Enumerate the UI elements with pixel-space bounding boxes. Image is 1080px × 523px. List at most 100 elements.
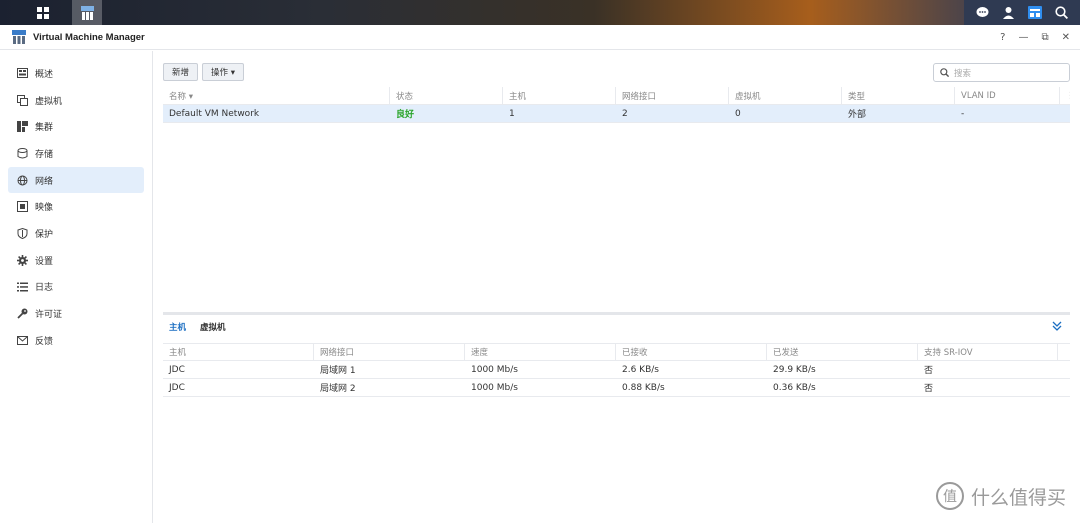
log-icon — [17, 281, 28, 292]
sidebar-item-vm[interactable]: 虚拟机 — [8, 87, 144, 114]
sidebar-item-settings[interactable]: 设置 — [8, 247, 144, 274]
sidebar-item-label: 设置 — [35, 256, 54, 267]
column-header[interactable]: 支持 SR-IOV — [918, 344, 1058, 360]
table-row[interactable]: JDC 局域网 2 1000 Mb/s 0.88 KB/s 0.36 KB/s … — [163, 379, 1070, 397]
cell-sent: 0.36 KB/s — [773, 382, 816, 393]
window-title: Virtual Machine Manager — [33, 31, 145, 43]
restore-button[interactable]: ⧉ — [1041, 32, 1048, 43]
chat-icon[interactable] — [976, 6, 989, 19]
sidebar-item-image[interactable]: 映像 — [8, 193, 144, 220]
taskbar-vmm-button[interactable] — [72, 0, 102, 25]
mail-icon — [17, 335, 28, 346]
watermark: 值 什么值得买 — [935, 481, 1066, 511]
sidebar-item-label: 映像 — [35, 203, 54, 214]
panel-divider[interactable] — [163, 312, 1070, 315]
watermark-badge: 值 — [943, 489, 957, 505]
sidebar-item-storage[interactable]: 存储 — [8, 140, 144, 167]
sidebar-item-cluster[interactable]: 集群 — [8, 113, 144, 140]
sidebar-item-overview[interactable]: 概述 — [8, 60, 144, 87]
column-header[interactable]: 主机 — [163, 344, 314, 360]
column-header[interactable]: 类型 — [842, 87, 955, 104]
shield-icon — [17, 227, 28, 239]
key-icon — [17, 308, 28, 319]
cell-interfaces: 2 — [622, 108, 628, 119]
cell-hosts: 1 — [509, 108, 515, 119]
close-button[interactable]: ✕ — [1062, 32, 1070, 43]
window-controls: ? — ⧉ ✕ — [1000, 25, 1070, 50]
grid-icon — [37, 6, 49, 19]
sidebar-item-label: 虚拟机 — [35, 96, 63, 107]
minimize-button[interactable]: — — [1018, 32, 1028, 43]
column-header[interactable]: 虚拟机 — [729, 87, 842, 104]
vmm-app-icon — [80, 5, 94, 20]
sidebar-item-label: 许可证 — [35, 310, 63, 321]
column-menu-icon[interactable]: ⋮ — [1060, 87, 1070, 104]
column-header[interactable]: 网络接口 — [314, 344, 465, 360]
cell-received: 0.88 KB/s — [622, 382, 665, 393]
column-header[interactable]: 网络接口 — [616, 87, 729, 104]
cell-sent: 29.9 KB/s — [773, 364, 816, 375]
cell-name: Default VM Network — [169, 108, 260, 119]
add-button[interactable]: 新增 — [163, 63, 199, 81]
storage-icon — [17, 147, 28, 159]
help-button[interactable]: ? — [1000, 32, 1005, 43]
column-header[interactable]: VLAN ID — [955, 87, 1060, 104]
cell-speed: 1000 Mb/s — [471, 364, 518, 375]
cell-speed: 1000 Mb/s — [471, 382, 518, 393]
vmm-app-icon — [12, 30, 26, 44]
table-row[interactable]: JDC 局域网 1 1000 Mb/s 2.6 KB/s 29.9 KB/s 否 — [163, 361, 1070, 379]
taskbar-tray — [964, 0, 1080, 25]
search-placeholder: 搜索 — [954, 68, 972, 79]
tab-hosts[interactable]: 主机 — [169, 321, 186, 333]
column-header[interactable]: 已接收 — [616, 344, 767, 360]
host-table: 主机 网络接口 速度 已接收 已发送 支持 SR-IOV JDC 局域网 1 1… — [163, 343, 1070, 397]
sidebar-item-license[interactable]: 许可证 — [8, 300, 144, 327]
tab-vms[interactable]: 虚拟机 — [200, 321, 226, 333]
sidebar: 概述 虚拟机 集群 存储 网络 映像 保护 设置 日志 许可证 反馈 — [0, 51, 153, 523]
table-row[interactable]: Default VM Network 良好 1 2 0 外部 - — [163, 105, 1070, 123]
image-icon — [17, 201, 28, 213]
window-titlebar: Virtual Machine Manager ? — ⧉ ✕ — [0, 25, 1080, 50]
sidebar-item-label: 集群 — [35, 123, 54, 134]
cell-host: JDC — [169, 382, 185, 393]
collapse-icon[interactable] — [1052, 321, 1062, 331]
sidebar-item-label: 日志 — [35, 283, 54, 294]
cell-status: 良好 — [396, 110, 415, 120]
cell-sriov: 否 — [924, 366, 934, 376]
table-header: 名称 ▾ 状态 主机 网络接口 虚拟机 类型 VLAN ID ⋮ — [163, 87, 1070, 105]
detail-tabs: 主机 虚拟机 — [163, 317, 1070, 337]
vm-icon — [17, 94, 28, 106]
column-header[interactable]: 名称 ▾ — [163, 87, 390, 104]
search-icon[interactable] — [1055, 6, 1068, 19]
sidebar-item-label: 概述 — [35, 69, 54, 80]
sidebar-item-network[interactable]: 网络 — [8, 166, 144, 194]
main-panel: 新增 操作 ▾ 搜索 名称 ▾ 状态 主机 网络接口 虚拟机 类型 VLAN I… — [154, 51, 1080, 523]
cell-interface: 局域网 1 — [320, 366, 356, 376]
cell-received: 2.6 KB/s — [622, 364, 659, 375]
gear-icon — [17, 254, 28, 266]
sidebar-item-label: 保护 — [35, 229, 54, 240]
column-header[interactable]: 已发送 — [767, 344, 918, 360]
network-table: 名称 ▾ 状态 主机 网络接口 虚拟机 类型 VLAN ID ⋮ Default… — [163, 87, 1070, 123]
cluster-icon — [17, 121, 28, 133]
search-input[interactable]: 搜索 — [933, 63, 1070, 82]
user-icon[interactable] — [1002, 6, 1015, 19]
taskbar — [0, 0, 1080, 25]
watermark-text: 什么值得买 — [970, 486, 1066, 509]
sidebar-item-feedback[interactable]: 反馈 — [8, 327, 144, 354]
sidebar-item-log[interactable]: 日志 — [8, 274, 144, 301]
sidebar-item-protection[interactable]: 保护 — [8, 220, 144, 247]
overview-icon — [17, 68, 28, 79]
column-header[interactable]: 状态 — [390, 87, 503, 104]
table-header: 主机 网络接口 速度 已接收 已发送 支持 SR-IOV — [163, 343, 1070, 361]
column-header[interactable]: 速度 — [465, 344, 616, 360]
column-header[interactable]: 主机 — [503, 87, 616, 104]
widgets-icon[interactable] — [1027, 6, 1042, 19]
main-menu-button[interactable] — [28, 0, 58, 25]
sidebar-item-label: 反馈 — [35, 336, 54, 347]
cell-sriov: 否 — [924, 384, 934, 394]
search-icon — [940, 68, 949, 77]
cell-vlan: - — [961, 108, 965, 119]
action-dropdown-button[interactable]: 操作 ▾ — [202, 63, 244, 81]
network-icon — [17, 175, 28, 186]
